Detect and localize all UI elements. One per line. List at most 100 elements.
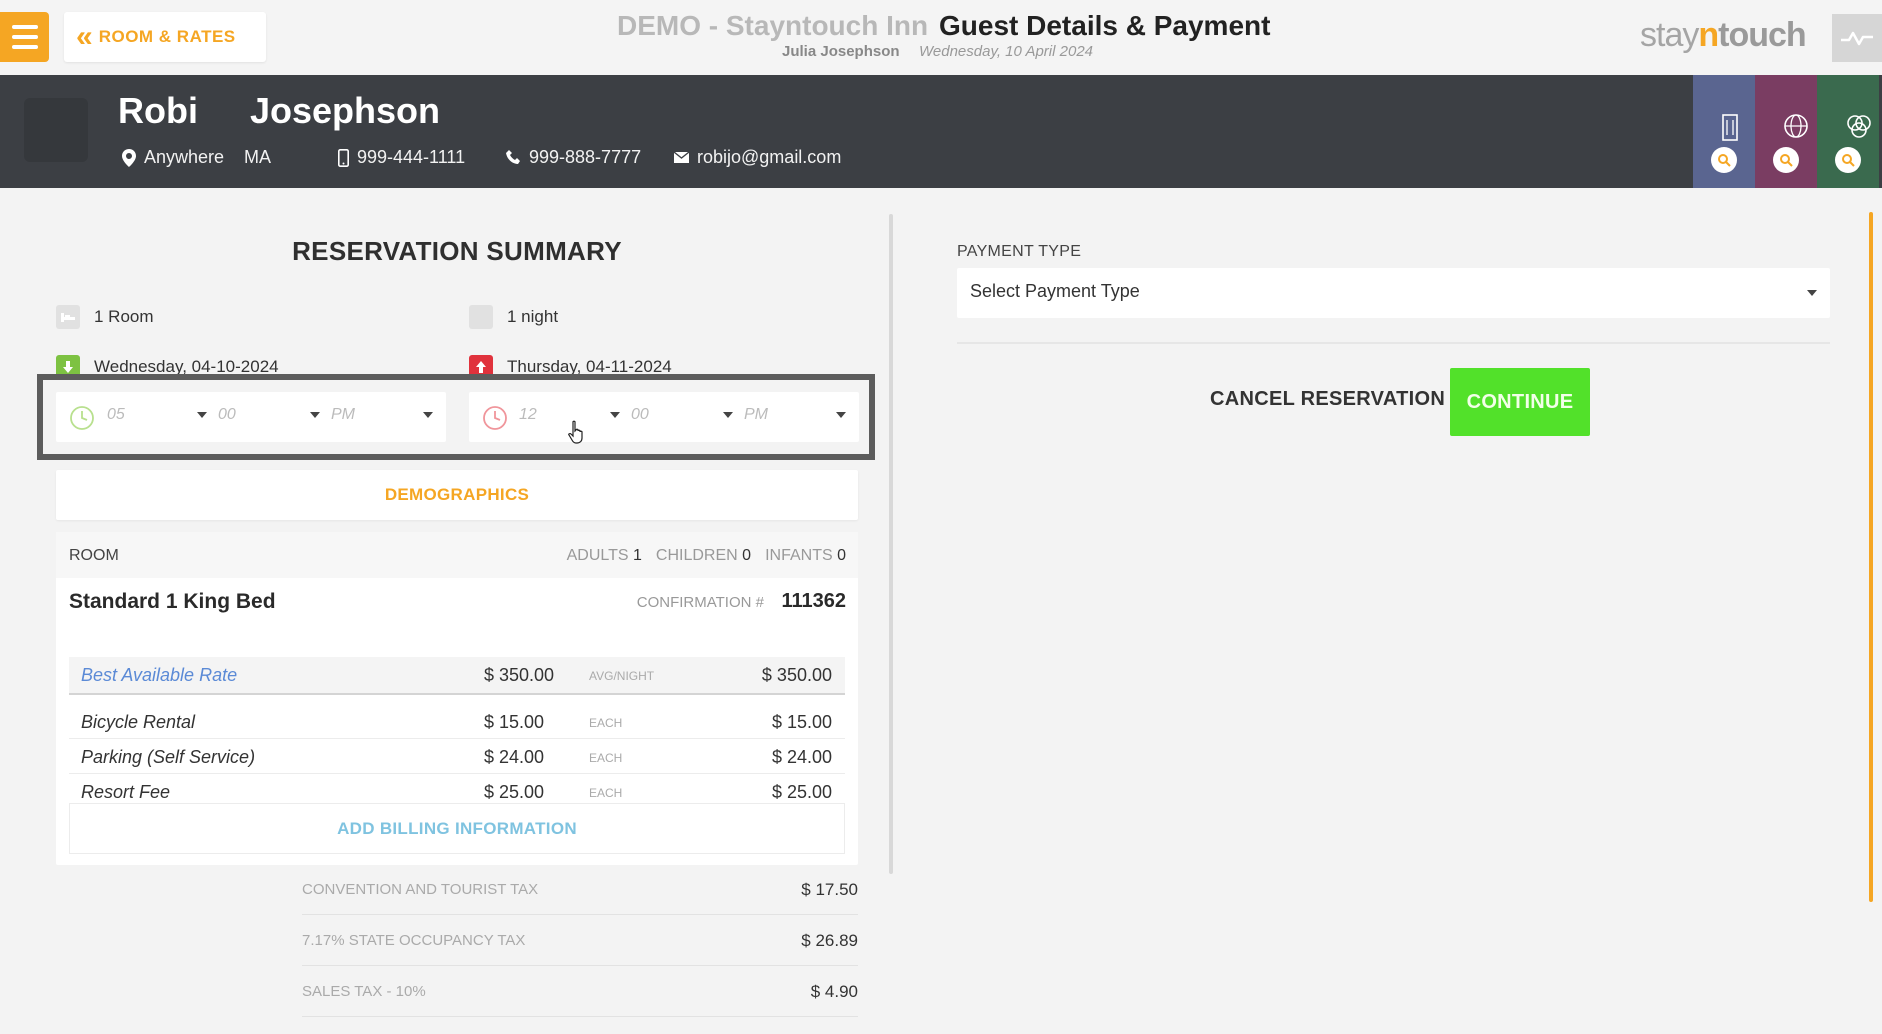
reservation-summary-title: RESERVATION SUMMARY xyxy=(292,236,622,266)
user-name: Julia Josephson xyxy=(782,43,900,60)
tax-row: SALES TAX - 10% $ 4.90 xyxy=(302,967,858,1017)
room-label: ROOM xyxy=(69,547,119,564)
envelope-icon xyxy=(674,152,689,163)
hand-cursor-icon xyxy=(568,420,583,444)
addon-total: $ 24.00 xyxy=(771,747,832,767)
rate-total: $ 350.00 xyxy=(761,665,832,685)
arrival-hour-select[interactable]: 05 xyxy=(107,406,125,424)
children-label: CHILDREN xyxy=(655,547,738,564)
chevron-down-icon xyxy=(1807,290,1817,296)
continue-button[interactable]: CONTINUE xyxy=(1450,368,1590,436)
guest-location: Anywhere MA xyxy=(122,147,271,168)
infants-count: 0 xyxy=(837,547,846,564)
arrival-clock-icon xyxy=(70,406,94,430)
room-card: ROOM ADULTS 1 CHILDREN 0 INFANTS 0 Standar… xyxy=(56,532,858,865)
payment-type-select[interactable]: Select Payment Type xyxy=(957,268,1830,318)
rate-row: Best Available Rate $ 350.00 AVG/NIGHT $… xyxy=(69,657,845,695)
hamburger-icon xyxy=(11,25,38,29)
stayntouch-logo: stayntouch xyxy=(1640,16,1807,55)
rooms-count-label: 1 Room xyxy=(94,307,154,326)
rate-price-tag: AVG/NIGHT xyxy=(589,669,655,683)
arrival-ampm-select[interactable]: PM xyxy=(331,406,355,424)
tax-row: 7.17% STATE OCCUPANCY TAX $ 26.89 xyxy=(302,916,858,966)
magnifier-icon xyxy=(1773,147,1799,173)
guest-first-name[interactable]: Robi xyxy=(118,90,198,132)
addon-price-tag: EACH xyxy=(589,716,623,730)
addon-total: $ 15.00 xyxy=(771,712,832,732)
rate-name-link[interactable]: Best Available Rate xyxy=(81,665,237,686)
payment-type-label: PAYMENT TYPE xyxy=(957,243,1082,260)
guest-phone-number: 999-888-7777 xyxy=(529,147,642,167)
addon-price: $ 15.00 xyxy=(484,712,545,732)
location-pin-icon xyxy=(122,148,136,167)
room-card-header: ROOM ADULTS 1 CHILDREN 0 INFANTS 0 xyxy=(56,532,858,578)
left-scrollbar[interactable] xyxy=(889,214,893,874)
tax-amount: $ 17.50 xyxy=(801,880,858,899)
tax-amount: $ 26.89 xyxy=(801,931,858,950)
departure-ampm-select[interactable]: PM xyxy=(744,406,768,424)
confirmation-number: 111362 xyxy=(781,590,846,612)
addon-name: Resort Fee xyxy=(81,782,171,802)
logo-part-stay: stay xyxy=(1640,16,1699,54)
guest-phone: 999-888-7777 xyxy=(506,147,641,168)
guest-bar: Robi Josephson Anywhere MA 999-444-1111 … xyxy=(0,75,1882,188)
moon-icon xyxy=(469,305,493,329)
confirmation-label: CONFIRMATION # xyxy=(636,594,764,611)
search-tab-group[interactable] xyxy=(1817,75,1879,188)
magnifier-icon xyxy=(1835,147,1861,173)
guest-city: Anywhere xyxy=(144,147,225,167)
search-tabs xyxy=(1693,75,1879,188)
activity-icon xyxy=(1841,31,1873,46)
arrival-minute-select[interactable]: 00 xyxy=(218,406,236,424)
chevron-down-icon xyxy=(610,412,620,418)
menu-button[interactable] xyxy=(0,12,49,62)
bed-icon xyxy=(56,305,80,329)
addon-row: Parking (Self Service) $ 24.00 EACH $ 24… xyxy=(69,739,845,774)
departure-minute-select[interactable]: 00 xyxy=(631,406,649,424)
magnifier-icon xyxy=(1711,147,1737,173)
arrival-time-picker: 05 00 PM xyxy=(56,392,446,442)
addon-name: Bicycle Rental xyxy=(81,712,196,732)
demographics-button[interactable]: DEMOGRAPHICS xyxy=(56,470,858,520)
logo-part-touch: touch xyxy=(1718,16,1807,54)
rooms-count: 1 Room xyxy=(56,305,154,329)
departure-hour-select[interactable]: 12 xyxy=(519,406,537,424)
business-date: Wednesday, 10 April 2024 xyxy=(919,43,1094,60)
addon-price-tag: EACH xyxy=(589,786,623,800)
guest-avatar[interactable] xyxy=(24,98,88,162)
chevron-down-icon xyxy=(723,412,733,418)
building-icon xyxy=(1722,114,1738,141)
add-billing-information-button[interactable]: ADD BILLING INFORMATION xyxy=(69,803,845,854)
guest-mobile: 999-444-1111 xyxy=(338,147,465,168)
adults-label: ADULTS xyxy=(566,547,629,564)
chevron-down-icon xyxy=(423,412,433,418)
globe-icon xyxy=(1784,114,1808,138)
hotel-name: DEMO - Stayntouch Inn xyxy=(617,10,929,41)
guest-last-name[interactable]: Josephson xyxy=(250,90,440,132)
guest-email: robijo@gmail.com xyxy=(674,147,841,168)
addon-price: $ 25.00 xyxy=(484,782,545,802)
search-tab-building[interactable] xyxy=(1693,75,1755,188)
back-to-room-rates-button[interactable]: « ROOM & RATES xyxy=(64,12,266,62)
group-icon xyxy=(1847,115,1871,138)
tax-amount: $ 4.90 xyxy=(810,982,858,1001)
right-scrollbar[interactable] xyxy=(1869,212,1873,902)
departure-clock-icon xyxy=(483,406,507,430)
activity-button[interactable] xyxy=(1832,14,1882,62)
hamburger-line xyxy=(11,45,38,49)
logo-part-n: n xyxy=(1698,16,1719,54)
page-title: Guest Details & Payment xyxy=(939,10,1271,41)
search-tab-globe[interactable] xyxy=(1755,75,1817,188)
mobile-phone-icon xyxy=(338,148,349,167)
nights-count-label: 1 night xyxy=(507,307,559,326)
guest-mobile-number: 999-444-1111 xyxy=(357,147,466,167)
cancel-reservation-button[interactable]: CANCEL RESERVATION xyxy=(1210,388,1445,411)
top-header: « ROOM & RATES DEMO - Stayntouch Inn Gue… xyxy=(0,0,1882,75)
departure-time-picker: 12 00 PM xyxy=(469,392,859,442)
addon-price: $ 24.00 xyxy=(484,747,545,767)
children-count: 0 xyxy=(742,547,752,564)
addon-row: Bicycle Rental $ 15.00 EACH $ 15.00 xyxy=(69,704,845,739)
tax-row: CONVENTION AND TOURIST TAX $ 17.50 xyxy=(302,865,858,915)
guest-email-address: robijo@gmail.com xyxy=(697,147,842,167)
chevron-down-icon xyxy=(836,412,846,418)
